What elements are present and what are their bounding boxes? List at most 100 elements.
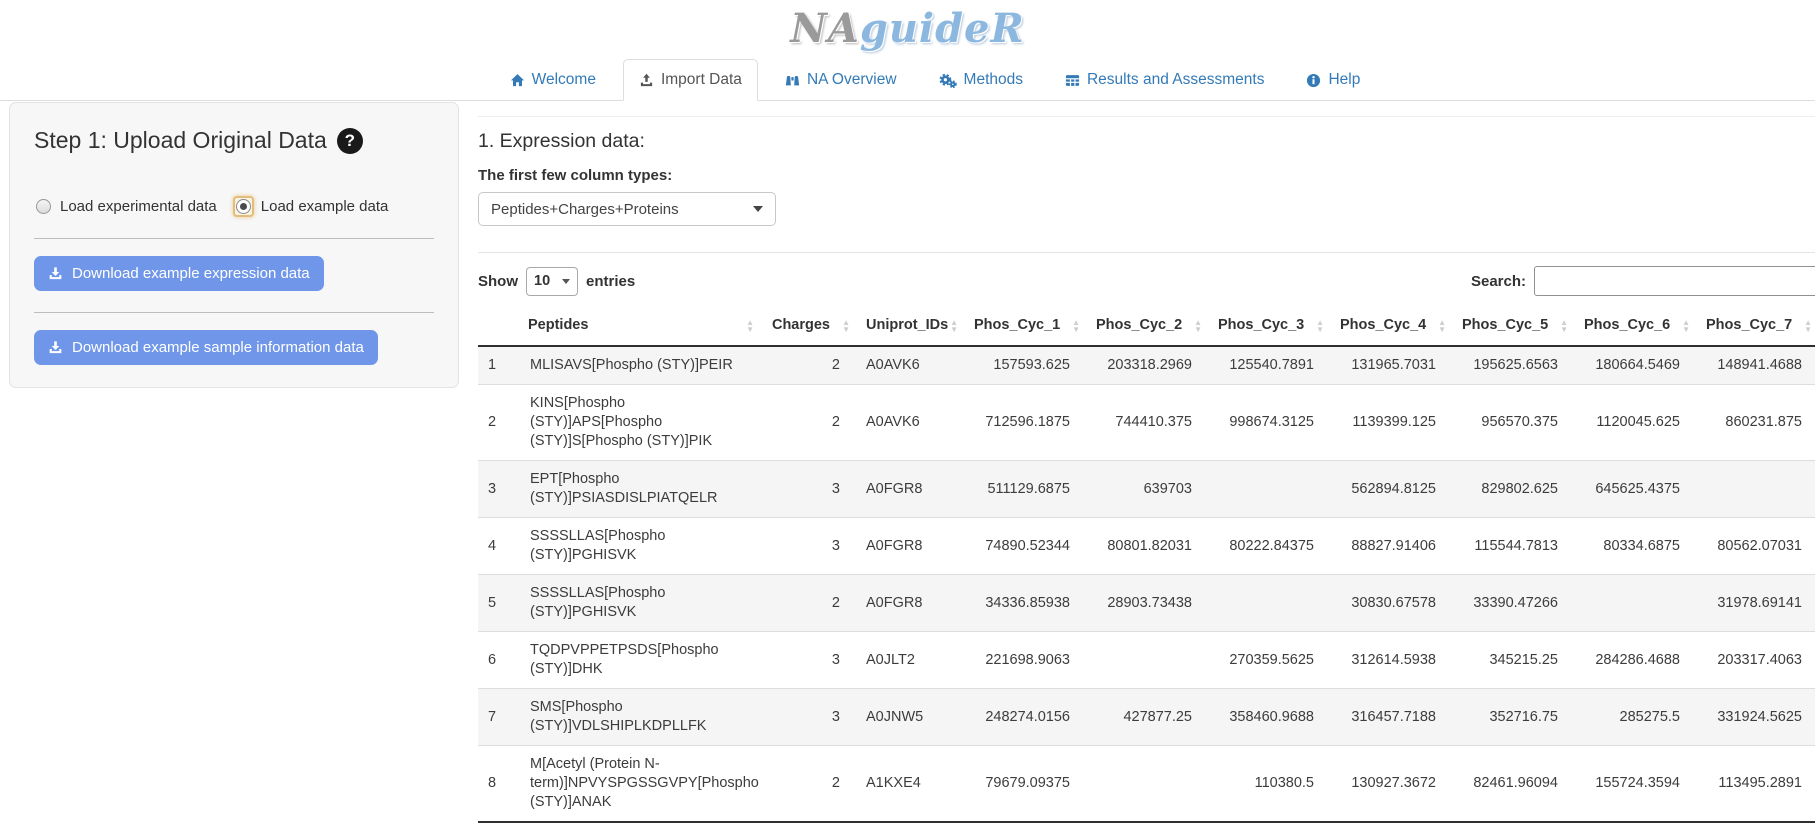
value-cell: 79679.09375 (964, 746, 1086, 823)
column-header[interactable]: Phos_Cyc_5 (1452, 306, 1574, 346)
gears-icon (939, 73, 957, 88)
charge-cell: 2 (760, 385, 856, 461)
radio-load-experimental[interactable]: Load experimental data (34, 197, 217, 216)
value-cell: 110380.5 (1208, 746, 1330, 823)
download-icon (48, 340, 63, 355)
logo-text-na: NA (790, 5, 860, 52)
value-cell: 74890.52344 (964, 518, 1086, 575)
uniprot-cell: A0FGR8 (856, 461, 964, 518)
tab-help[interactable]: Help (1291, 60, 1375, 100)
value-cell: 31978.69141 (1696, 575, 1815, 632)
column-header-label: Phos_Cyc_4 (1340, 317, 1426, 333)
column-types-dropdown[interactable]: Peptides+Charges+Proteins (478, 192, 776, 226)
radio-unchecked-icon[interactable] (36, 199, 51, 214)
tab-label: Help (1328, 71, 1360, 89)
radio-label: Load example data (261, 198, 389, 215)
uniprot-cell: A1KXE4 (856, 746, 964, 823)
uniprot-cell: A0FGR8 (856, 518, 964, 575)
table-row: 2 KINS[Phospho (STY)]APS[Phospho (STY)]S… (478, 385, 1815, 461)
column-header-label: Phos_Cyc_2 (1096, 317, 1182, 333)
uniprot-cell: A0AVK6 (856, 346, 964, 385)
button-label: Download example expression data (72, 265, 310, 282)
entries-select-value: 10 (534, 273, 550, 289)
table-row: 5 SSSSLLAS[Phospho (STY)]PGHISVK 2 A0FGR… (478, 575, 1815, 632)
download-expression-button[interactable]: Download example expression data (34, 256, 324, 291)
tab-label: NA Overview (807, 71, 897, 89)
column-header-label: Charges (772, 317, 830, 333)
tab-results-assessments[interactable]: Results and Assessments (1050, 60, 1279, 100)
value-cell: 28903.73438 (1086, 575, 1208, 632)
tab-import-data[interactable]: Import Data (623, 59, 758, 101)
row-index-cell: 3 (478, 461, 518, 518)
value-cell: 34336.85938 (964, 575, 1086, 632)
help-question-icon[interactable] (337, 128, 363, 154)
value-cell: 195625.6563 (1452, 346, 1574, 385)
table-search-control: Search: (1471, 266, 1815, 296)
peptide-cell: KINS[Phospho (STY)]APS[Phospho (STY)]S[P… (518, 385, 760, 461)
value-cell (1086, 746, 1208, 823)
value-cell: 148941.4688 (1696, 346, 1815, 385)
column-header-label: Phos_Cyc_7 (1706, 317, 1792, 333)
column-header[interactable]: Uniprot_IDs (856, 306, 964, 346)
value-cell: 345215.25 (1452, 632, 1574, 689)
value-cell: 80222.84375 (1208, 518, 1330, 575)
value-cell: 860231.875 (1696, 385, 1815, 461)
value-cell (1208, 575, 1330, 632)
value-cell (1696, 461, 1815, 518)
column-header[interactable]: Peptides (518, 306, 760, 346)
tab-welcome[interactable]: Welcome (495, 60, 611, 100)
table-header-row: Peptides Charges Uniprot_IDs Phos_Cyc_1 Phos… (478, 306, 1815, 346)
peptide-cell: MLISAVS[Phospho (STY)]PEIR (518, 346, 760, 385)
value-cell: 712596.1875 (964, 385, 1086, 461)
search-input[interactable] (1534, 266, 1815, 296)
tab-label: Results and Assessments (1087, 71, 1264, 89)
column-header[interactable]: Phos_Cyc_1 (964, 306, 1086, 346)
value-cell: 316457.7188 (1330, 689, 1452, 746)
value-cell: 80562.07031 (1696, 518, 1815, 575)
show-label: Show (478, 273, 518, 290)
tab-methods[interactable]: Methods (924, 60, 1038, 100)
radio-checked-icon[interactable] (236, 199, 251, 214)
charge-cell: 3 (760, 461, 856, 518)
download-icon (48, 266, 63, 281)
column-header-label: Uniprot_IDs (866, 317, 948, 333)
value-cell: 352716.75 (1452, 689, 1574, 746)
row-index-cell: 6 (478, 632, 518, 689)
chevron-down-icon (562, 279, 570, 284)
expression-data-title: 1. Expression data: (478, 130, 1815, 153)
column-header[interactable]: Phos_Cyc_2 (1086, 306, 1208, 346)
sort-arrows-icon (842, 319, 850, 333)
value-cell: 639703 (1086, 461, 1208, 518)
charge-cell: 2 (760, 346, 856, 385)
binoculars-icon (785, 73, 800, 88)
entries-label: entries (586, 273, 635, 290)
uniprot-cell: A0JNW5 (856, 689, 964, 746)
table-row: 1 MLISAVS[Phospho (STY)]PEIR 2 A0AVK6 15… (478, 346, 1815, 385)
app-logo: NAguideR (0, 0, 1815, 56)
column-header[interactable]: Phos_Cyc_7 (1696, 306, 1815, 346)
column-header[interactable]: Phos_Cyc_4 (1330, 306, 1452, 346)
content-top-divider (478, 116, 1815, 117)
value-cell: 284286.4688 (1574, 632, 1696, 689)
home-icon (510, 73, 525, 88)
column-header[interactable]: Phos_Cyc_6 (1574, 306, 1696, 346)
tab-na-overview[interactable]: NA Overview (770, 60, 912, 100)
download-sample-info-button[interactable]: Download example sample information data (34, 330, 378, 365)
value-cell: 130927.3672 (1330, 746, 1452, 823)
value-cell: 131965.7031 (1330, 346, 1452, 385)
column-header[interactable]: Charges (760, 306, 856, 346)
radio-load-example[interactable]: Load example data (233, 196, 389, 217)
table-section-divider (478, 252, 1815, 253)
info-icon (1306, 73, 1321, 88)
entries-select[interactable]: 10 (526, 267, 578, 296)
value-cell: 157593.625 (964, 346, 1086, 385)
column-header[interactable]: Phos_Cyc_3 (1208, 306, 1330, 346)
value-cell: 82461.96094 (1452, 746, 1574, 823)
table-row: 8 M[Acetyl (Protein N-term)]NPVYSPGSSGVP… (478, 746, 1815, 823)
value-cell (1208, 461, 1330, 518)
row-index-cell: 8 (478, 746, 518, 823)
value-cell: 248274.0156 (964, 689, 1086, 746)
value-cell: 744410.375 (1086, 385, 1208, 461)
charge-cell: 3 (760, 632, 856, 689)
column-header (478, 306, 518, 346)
